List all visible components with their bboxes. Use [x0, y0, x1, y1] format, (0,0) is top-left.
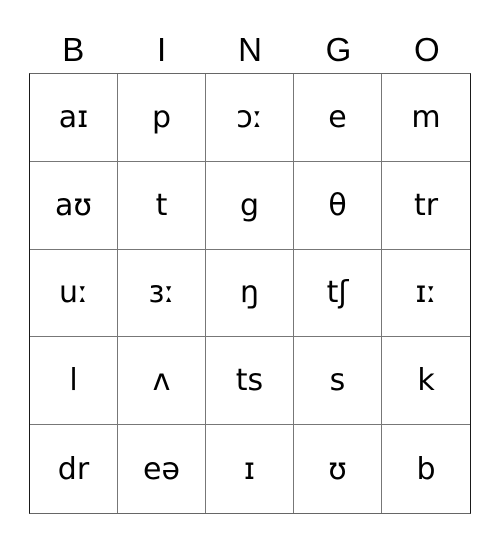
- bingo-cell[interactable]: k: [382, 337, 470, 426]
- header-letter-g: G: [325, 31, 352, 68]
- bingo-cell[interactable]: ʌ: [118, 337, 206, 426]
- bingo-cell[interactable]: dr: [30, 425, 118, 513]
- bingo-cell[interactable]: s: [294, 337, 382, 426]
- bingo-cell[interactable]: tr: [382, 162, 470, 250]
- bingo-cell[interactable]: ɔː: [206, 74, 294, 162]
- bingo-cell[interactable]: ɪ: [206, 425, 294, 513]
- bingo-cell[interactable]: t: [118, 161, 206, 250]
- header-letter-n: N: [238, 31, 262, 68]
- bingo-cell[interactable]: l: [30, 337, 118, 426]
- bingo-cell[interactable]: g: [206, 161, 294, 250]
- bingo-cell[interactable]: ɪː: [382, 250, 470, 338]
- bingo-cell[interactable]: aʊ: [30, 161, 118, 250]
- bingo-cell[interactable]: θ: [294, 161, 382, 250]
- header-letter-b: B: [62, 31, 85, 68]
- bingo-cell[interactable]: eə: [118, 425, 206, 513]
- bingo-cell[interactable]: p: [118, 74, 206, 162]
- bingo-cell[interactable]: uː: [30, 249, 118, 338]
- bingo-cell[interactable]: e: [294, 74, 382, 162]
- bingo-cell[interactable]: m: [382, 74, 470, 162]
- bingo-cell[interactable]: ʊ: [294, 425, 382, 513]
- bingo-cell[interactable]: ts: [206, 337, 294, 426]
- bingo-header: B I N G O: [29, 28, 471, 72]
- header-letter-o: O: [413, 31, 440, 68]
- bingo-cell[interactable]: tʃ: [294, 249, 382, 338]
- bingo-cell[interactable]: b: [382, 425, 470, 513]
- bingo-cell[interactable]: aɪ: [30, 74, 118, 162]
- header-letter-i: I: [157, 31, 167, 68]
- bingo-cell[interactable]: ŋ: [206, 249, 294, 338]
- bingo-card-grid: aɪ p ɔː e m aʊ t g θ tr uː ɜː ŋ tʃ ɪː l …: [29, 73, 471, 514]
- bingo-cell[interactable]: ɜː: [118, 249, 206, 338]
